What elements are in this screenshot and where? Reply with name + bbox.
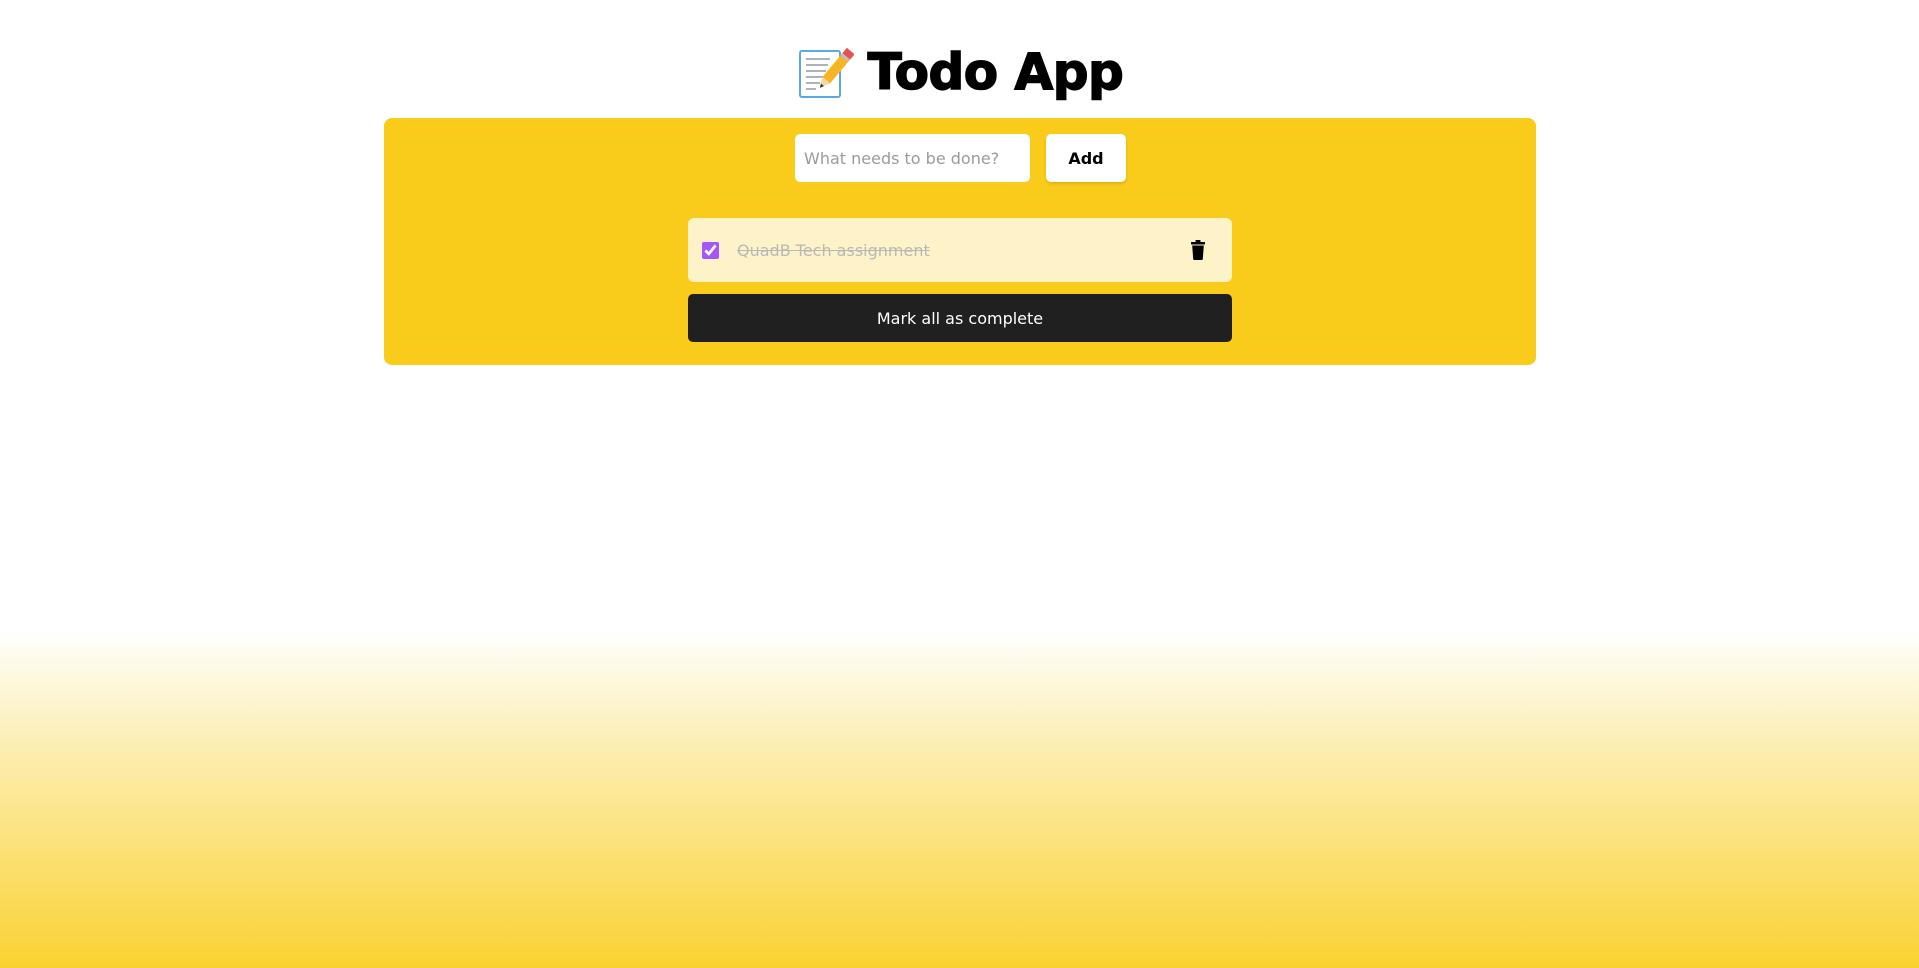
mark-all-complete-button[interactable]: Mark all as complete [688,294,1232,342]
add-button[interactable]: Add [1046,134,1126,182]
trash-icon [1190,240,1206,263]
add-todo-form: Add [795,134,1126,182]
delete-todo-button[interactable] [1190,240,1206,260]
todo-text: QuadB Tech assignment [737,240,930,260]
todo-input[interactable] [795,134,1030,182]
todo-list: QuadB Tech assignment Mark all as comple… [688,218,1232,342]
page-title: Todo App [867,43,1125,101]
app-header: Todo App [0,38,1919,106]
todo-complete-checkbox[interactable] [702,241,719,259]
memo-icon [796,43,855,101]
todo-item: QuadB Tech assignment [688,218,1232,282]
todo-panel: Add QuadB Tech assignment Mark all as co… [384,118,1536,365]
